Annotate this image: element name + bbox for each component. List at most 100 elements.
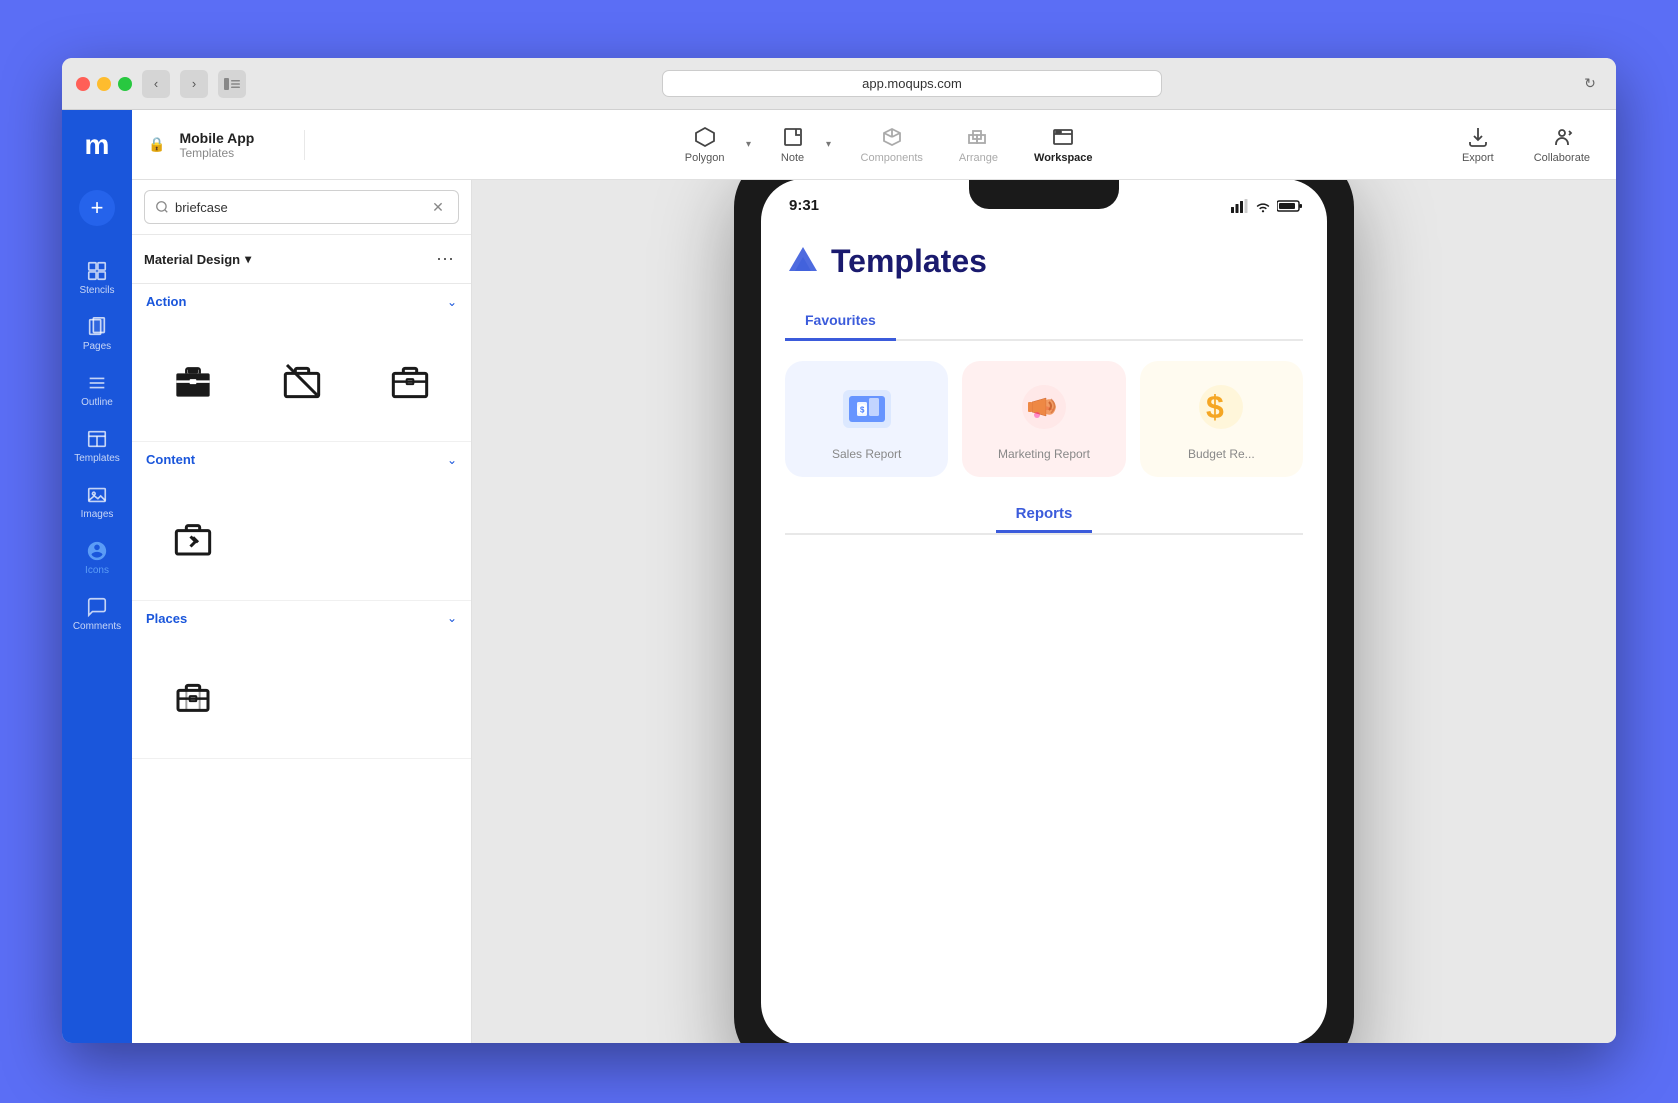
marketing-icon bbox=[1014, 377, 1074, 437]
toolbar-tools: Polygon ▾ Note ▾ bbox=[325, 119, 1452, 170]
panel-canvas: briefcase ✕ Material Design ▾ ⋯ bbox=[132, 180, 1616, 1043]
icon-business-center[interactable] bbox=[140, 644, 246, 750]
phone-mockup: 9:31 bbox=[734, 180, 1354, 1043]
maximize-button[interactable] bbox=[118, 77, 132, 91]
section-places-header[interactable]: Places ⌄ bbox=[132, 601, 471, 636]
icon-empty-2[interactable] bbox=[248, 485, 354, 591]
tool-arrange-label: Arrange bbox=[959, 152, 998, 164]
sidebar-label-images: Images bbox=[81, 509, 114, 520]
tool-workspace[interactable]: Workspace bbox=[1020, 119, 1107, 170]
toolbar: 🔒 Mobile App Templates Polygon bbox=[132, 110, 1616, 180]
sidebar-item-stencils[interactable]: Stencils bbox=[65, 252, 129, 304]
phone-screen: 9:31 bbox=[761, 180, 1327, 1043]
wifi-icon bbox=[1254, 199, 1272, 213]
tool-components[interactable]: Components bbox=[847, 119, 937, 170]
section-action-header[interactable]: Action ⌄ bbox=[132, 284, 471, 319]
filter-chevron: ▾ bbox=[245, 252, 251, 266]
app-body: m + Stencils bbox=[62, 110, 1616, 1043]
places-chevron: ⌄ bbox=[447, 611, 457, 625]
sidebar-item-templates[interactable]: Templates bbox=[65, 420, 129, 472]
content-icon-grid bbox=[132, 477, 471, 599]
icon-empty-5[interactable] bbox=[357, 644, 463, 750]
sidebar-item-icons[interactable]: Icons bbox=[65, 532, 129, 584]
forward-button[interactable]: › bbox=[180, 70, 208, 98]
section-action: Action ⌄ bbox=[132, 284, 471, 442]
filter-dropdown[interactable]: Material Design ▾ bbox=[144, 252, 251, 267]
breadcrumb-title: Mobile App bbox=[179, 130, 254, 146]
tool-polygon-label: Polygon bbox=[685, 152, 725, 164]
sidebar-item-images[interactable]: Images bbox=[65, 476, 129, 528]
reload-button[interactable]: ↻ bbox=[1578, 72, 1602, 96]
sales-icon: $ bbox=[837, 377, 897, 437]
tool-arrange[interactable]: Arrange bbox=[945, 119, 1012, 170]
panel-sections: Action ⌄ bbox=[132, 284, 471, 1043]
tool-note-label: Note bbox=[781, 152, 804, 164]
address-bar[interactable]: app.moqups.com bbox=[662, 70, 1162, 97]
close-button[interactable] bbox=[76, 77, 90, 91]
places-icon-grid bbox=[132, 636, 471, 758]
section-content: Content ⌄ bbox=[132, 442, 471, 600]
tool-workspace-label: Workspace bbox=[1034, 152, 1093, 164]
section-content-header[interactable]: Content ⌄ bbox=[132, 442, 471, 477]
more-options-button[interactable]: ⋯ bbox=[431, 245, 459, 273]
app-cards-grid: $ Sales Report bbox=[785, 361, 1303, 477]
card-marketing[interactable]: Marketing Report bbox=[962, 361, 1125, 477]
section-content-title: Content bbox=[146, 452, 195, 467]
sidebar-item-outline[interactable]: Outline bbox=[65, 364, 129, 416]
card-budget-label: Budget Re... bbox=[1188, 447, 1255, 461]
svg-text:$: $ bbox=[860, 405, 865, 414]
icon-briefcase-filled[interactable] bbox=[140, 327, 246, 433]
icon-briefcase-off[interactable] bbox=[248, 327, 354, 433]
icon-briefcase-outline[interactable] bbox=[357, 327, 463, 433]
search-input[interactable]: briefcase bbox=[175, 200, 422, 215]
phone-logo bbox=[785, 243, 821, 279]
panel-filter-row: Material Design ▾ ⋯ bbox=[132, 235, 471, 284]
sidebar-label-stencils: Stencils bbox=[79, 285, 114, 296]
tool-polygon[interactable]: Polygon bbox=[671, 119, 739, 170]
card-budget[interactable]: $ Budget Re... bbox=[1140, 361, 1303, 477]
svg-text:$: $ bbox=[1206, 389, 1224, 425]
toolbar-export[interactable]: Export bbox=[1452, 119, 1504, 170]
sidebar-label-outline: Outline bbox=[81, 397, 113, 408]
traffic-lights bbox=[76, 77, 132, 91]
icon-empty-4[interactable] bbox=[248, 644, 354, 750]
card-marketing-label: Marketing Report bbox=[998, 447, 1090, 461]
add-button[interactable]: + bbox=[79, 190, 115, 226]
app-logo[interactable]: m bbox=[62, 110, 132, 180]
minimize-button[interactable] bbox=[97, 77, 111, 91]
section-action-title: Action bbox=[146, 294, 186, 309]
clear-search-button[interactable]: ✕ bbox=[428, 197, 448, 217]
status-time: 9:31 bbox=[785, 197, 819, 214]
tool-components-label: Components bbox=[861, 152, 923, 164]
icon-briefcase-forward[interactable] bbox=[140, 485, 246, 591]
sidebar-label-pages: Pages bbox=[83, 341, 111, 352]
polygon-dropdown[interactable]: ▾ bbox=[739, 133, 759, 157]
card-sales-label: Sales Report bbox=[832, 447, 901, 461]
icon-empty-3[interactable] bbox=[357, 485, 463, 591]
card-sales[interactable]: $ Sales Report bbox=[785, 361, 948, 477]
section-places-title: Places bbox=[146, 611, 187, 626]
left-panel: briefcase ✕ Material Design ▾ ⋯ bbox=[132, 180, 472, 1043]
phone-tab-favourites[interactable]: Favourites bbox=[785, 304, 896, 341]
breadcrumb: Mobile App Templates bbox=[169, 130, 254, 160]
breadcrumb-subtitle: Templates bbox=[179, 146, 254, 160]
reports-tab-label: Reports bbox=[1016, 505, 1073, 522]
tool-note[interactable]: Note bbox=[767, 119, 819, 170]
sidebar-item-pages[interactable]: Pages bbox=[65, 308, 129, 360]
reports-tab-item[interactable]: Reports bbox=[996, 497, 1093, 533]
sidebar-toggle-button[interactable] bbox=[218, 70, 246, 98]
phone-title: Templates bbox=[831, 243, 987, 280]
sidebar-item-comments[interactable]: Comments bbox=[65, 588, 129, 640]
toolbar-right: Export Collaborate bbox=[1452, 119, 1600, 170]
back-button[interactable]: ‹ bbox=[142, 70, 170, 98]
app-logo-icon bbox=[785, 243, 821, 279]
status-icons bbox=[1231, 199, 1303, 213]
note-dropdown[interactable]: ▾ bbox=[819, 133, 839, 157]
action-chevron: ⌄ bbox=[447, 295, 457, 309]
toolbar-collaborate-label: Collaborate bbox=[1534, 152, 1590, 164]
toolbar-collaborate[interactable]: Collaborate bbox=[1524, 119, 1600, 170]
canvas-area[interactable]: 9:31 bbox=[472, 180, 1616, 1043]
browser-titlebar: ‹ › app.moqups.com ↻ bbox=[62, 58, 1616, 110]
icon-sidebar: m + Stencils bbox=[62, 110, 132, 1043]
browser-window: ‹ › app.moqups.com ↻ m + bbox=[62, 58, 1616, 1043]
